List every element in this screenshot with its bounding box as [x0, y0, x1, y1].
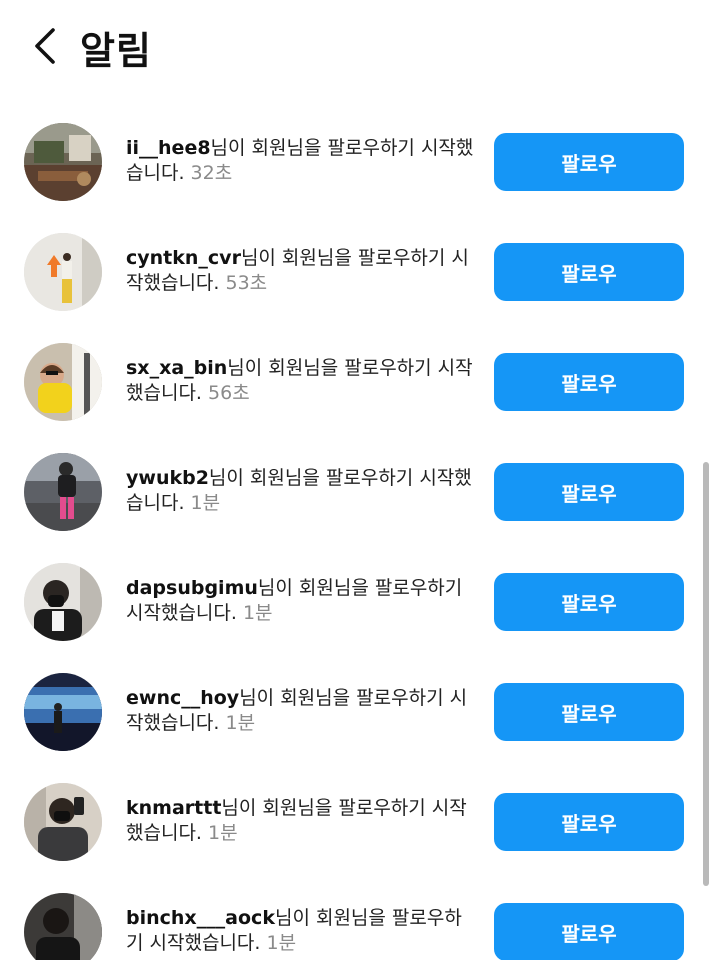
- list-item: knmarttt님이 회원님을 팔로우하기 시작했습니다. 1분 팔로우: [0, 752, 720, 862]
- follow-button[interactable]: 팔로우: [494, 793, 684, 851]
- timestamp: 1분: [266, 932, 297, 954]
- chevron-left-icon: [35, 28, 55, 64]
- avatar[interactable]: [24, 453, 102, 531]
- list-item: ii__hee8님이 회원님을 팔로우하기 시작했습니다. 32초 팔로우: [0, 92, 720, 202]
- username-link[interactable]: sx_xa_bin: [126, 357, 227, 379]
- username-link[interactable]: ywukb2: [126, 467, 209, 489]
- follow-button[interactable]: 팔로우: [494, 243, 684, 301]
- list-item: binchx___aock님이 회원님을 팔로우하기 시작했습니다. 1분 팔로…: [0, 862, 720, 960]
- avatar[interactable]: [24, 233, 102, 311]
- username-link[interactable]: cyntkn_cvr: [126, 247, 241, 269]
- header: 알림: [0, 0, 720, 92]
- timestamp: 1분: [208, 822, 238, 844]
- follow-button[interactable]: 팔로우: [494, 353, 684, 411]
- notification-text: sx_xa_bin님이 회원님을 팔로우하기 시작했습니다. 56초: [126, 356, 474, 406]
- timestamp: 56초: [208, 382, 250, 404]
- avatar[interactable]: [24, 343, 102, 421]
- timestamp: 1분: [242, 602, 273, 624]
- follow-button[interactable]: 팔로우: [494, 903, 684, 960]
- list-item: ywukb2님이 회원님을 팔로우하기 시작했습니다. 1분 팔로우: [0, 422, 720, 532]
- avatar[interactable]: [24, 673, 102, 751]
- notification-list: ii__hee8님이 회원님을 팔로우하기 시작했습니다. 32초 팔로우 cy…: [0, 92, 720, 960]
- notifications-screen: 알림 ii__hee8님이 회원님을 팔로우하기 시작했습니다. 32초 팔로우…: [0, 0, 720, 960]
- scrollbar[interactable]: [703, 462, 709, 886]
- follow-button[interactable]: 팔로우: [494, 573, 684, 631]
- username-link[interactable]: binchx___aock: [126, 907, 275, 929]
- username-link[interactable]: ewnc__hoy: [126, 687, 239, 709]
- list-item: dapsubgimu님이 회원님을 팔로우하기 시작했습니다. 1분 팔로우: [0, 532, 720, 642]
- username-link[interactable]: knmarttt: [126, 797, 221, 819]
- notification-text: binchx___aock님이 회원님을 팔로우하기 시작했습니다. 1분: [126, 906, 474, 956]
- avatar[interactable]: [24, 893, 102, 960]
- notification-text: cyntkn_cvr님이 회원님을 팔로우하기 시작했습니다. 53초: [126, 246, 474, 296]
- follow-button[interactable]: 팔로우: [494, 463, 684, 521]
- list-item: sx_xa_bin님이 회원님을 팔로우하기 시작했습니다. 56초 팔로우: [0, 312, 720, 422]
- notification-text: ewnc__hoy님이 회원님을 팔로우하기 시작했습니다. 1분: [126, 686, 474, 736]
- list-item: ewnc__hoy님이 회원님을 팔로우하기 시작했습니다. 1분 팔로우: [0, 642, 720, 752]
- back-button[interactable]: [24, 24, 68, 68]
- timestamp: 1분: [190, 492, 221, 514]
- avatar[interactable]: [24, 123, 102, 201]
- timestamp: 32초: [190, 162, 233, 184]
- follow-button[interactable]: 팔로우: [494, 683, 684, 741]
- username-link[interactable]: dapsubgimu: [126, 577, 258, 599]
- follow-button[interactable]: 팔로우: [494, 133, 684, 191]
- list-item: cyntkn_cvr님이 회원님을 팔로우하기 시작했습니다. 53초 팔로우: [0, 202, 720, 312]
- notification-text: dapsubgimu님이 회원님을 팔로우하기 시작했습니다. 1분: [126, 576, 474, 626]
- notification-text: knmarttt님이 회원님을 팔로우하기 시작했습니다. 1분: [126, 796, 474, 846]
- timestamp: 1분: [225, 712, 256, 734]
- avatar[interactable]: [24, 563, 102, 641]
- notification-text: ii__hee8님이 회원님을 팔로우하기 시작했습니다. 32초: [126, 136, 474, 186]
- avatar[interactable]: [24, 783, 102, 861]
- username-link[interactable]: ii__hee8: [126, 137, 211, 159]
- notification-text: ywukb2님이 회원님을 팔로우하기 시작했습니다. 1분: [126, 466, 474, 516]
- page-title: 알림: [80, 29, 152, 73]
- timestamp: 53초: [225, 272, 268, 294]
